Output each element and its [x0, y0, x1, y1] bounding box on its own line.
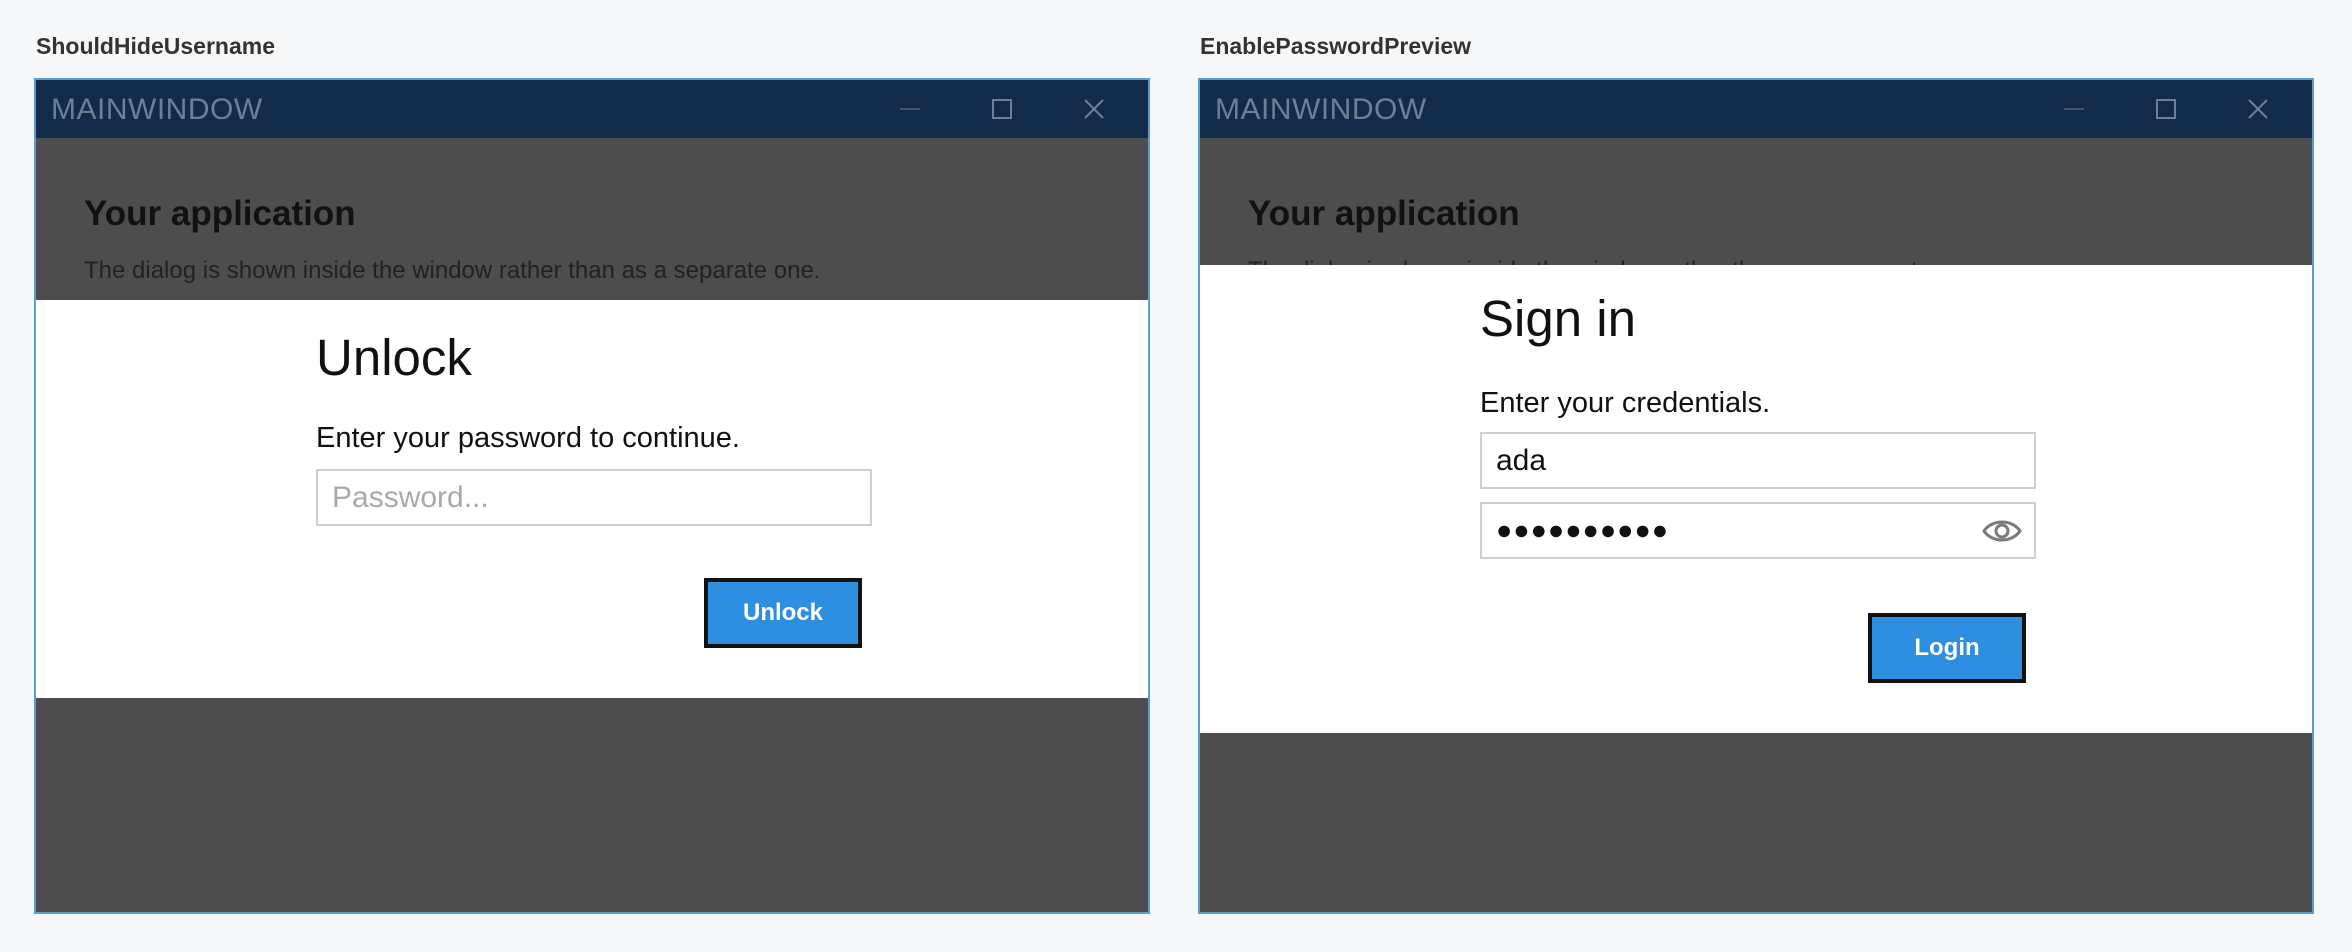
- title-bar[interactable]: MAINWINDOW: [1200, 80, 2312, 138]
- close-icon: [1084, 99, 1104, 119]
- app-description: The dialog is shown inside the window ra…: [84, 257, 821, 284]
- panel-label-left: ShouldHideUsername: [36, 33, 275, 59]
- window-title: MAINWINDOW: [1215, 93, 1427, 126]
- panel-label-right: EnablePasswordPreview: [1200, 33, 1472, 59]
- app-heading: Your application: [1248, 194, 1520, 233]
- maximize-button[interactable]: [956, 80, 1048, 138]
- password-placeholder: Password...: [332, 480, 489, 514]
- eye-icon[interactable]: [1982, 516, 2022, 546]
- signin-dialog: Sign in Enter your credentials. ada ●●●●…: [1200, 265, 2312, 733]
- minimize-button[interactable]: [2028, 80, 2120, 138]
- dialog-message: Enter your password to continue.: [316, 422, 740, 454]
- password-field[interactable]: Password...: [316, 469, 872, 526]
- dialog-message: Enter your credentials.: [1480, 387, 1771, 419]
- close-button[interactable]: [2212, 80, 2304, 138]
- dialog-title: Sign in: [1480, 290, 1636, 347]
- minimize-icon: [900, 108, 920, 110]
- unlock-button[interactable]: Unlock: [704, 578, 862, 648]
- title-bar[interactable]: MAINWINDOW: [36, 80, 1148, 138]
- username-field[interactable]: ada: [1480, 432, 2036, 489]
- main-window-right: MAINWINDOW Your application The dialog i…: [1198, 78, 2314, 914]
- dialog-title: Unlock: [316, 329, 472, 386]
- minimize-button[interactable]: [864, 80, 956, 138]
- login-button[interactable]: Login: [1868, 613, 2026, 683]
- close-icon: [2248, 99, 2268, 119]
- unlock-dialog: Unlock Enter your password to continue. …: [36, 300, 1148, 698]
- close-button[interactable]: [1048, 80, 1140, 138]
- maximize-icon: [992, 99, 1012, 119]
- window-title: MAINWINDOW: [51, 93, 263, 126]
- password-field[interactable]: ●●●●●●●●●●: [1480, 502, 2036, 559]
- maximize-button[interactable]: [2120, 80, 2212, 138]
- maximize-icon: [2156, 99, 2176, 119]
- minimize-icon: [2064, 108, 2084, 110]
- app-heading: Your application: [84, 194, 356, 233]
- username-value: ada: [1496, 443, 1547, 477]
- password-masked-value: ●●●●●●●●●●: [1496, 515, 1670, 545]
- main-window-left: MAINWINDOW Your application The dialog i…: [34, 78, 1150, 914]
